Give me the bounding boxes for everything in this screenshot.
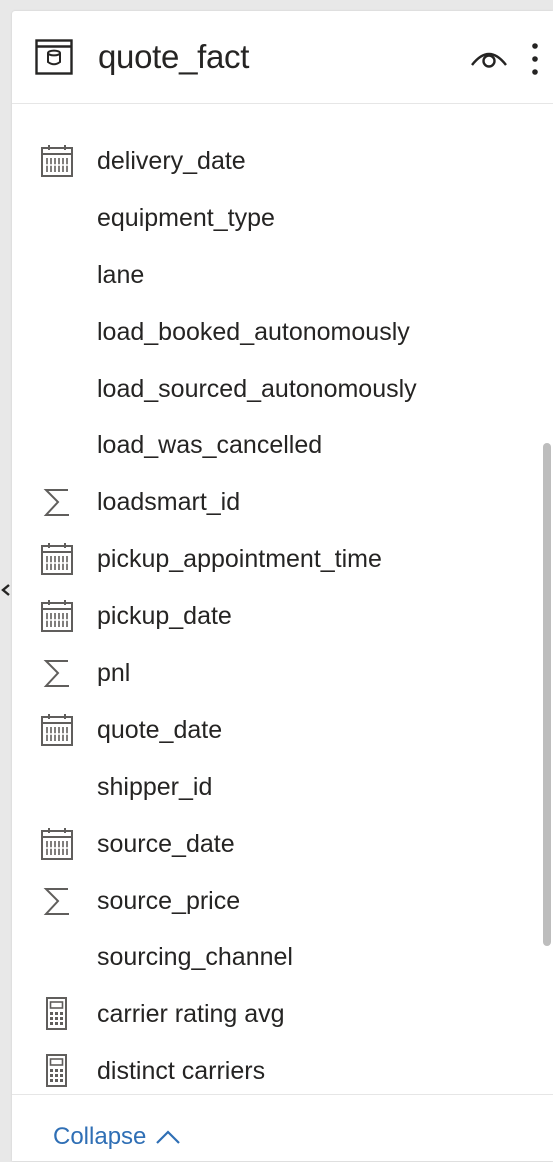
sigma-icon: [39, 883, 75, 919]
card-header: quote_fact: [12, 11, 553, 104]
calendar-icon: [39, 143, 75, 179]
field-item[interactable]: pickup_date: [12, 586, 532, 643]
table-icon: [35, 38, 73, 76]
field-item[interactable]: pickup_appointment_time: [12, 529, 532, 586]
field-item[interactable]: loadsmart_id: [12, 472, 532, 529]
field-label: distinct carriers: [97, 1057, 266, 1086]
field-item[interactable]: load_was_cancelled: [12, 415, 532, 472]
field-item[interactable]: shipper_id: [12, 757, 532, 814]
calculator-icon: [39, 1053, 75, 1089]
field-item[interactable]: carrier rating avg: [12, 984, 532, 1041]
more-options-icon[interactable]: [528, 40, 542, 78]
field-label: load_sourced_autonomously: [97, 374, 417, 403]
field-label: pnl: [97, 659, 131, 688]
scrollbar-thumb[interactable]: [543, 443, 551, 946]
field-label: load_booked_autonomously: [97, 317, 410, 346]
chevron-left-icon[interactable]: [0, 580, 12, 600]
field-label: pickup_date: [97, 602, 232, 631]
calendar-icon: [39, 598, 75, 634]
field-label: equipment_type: [97, 203, 275, 232]
field-label: sourcing_channel: [97, 943, 293, 972]
sigma-icon: [39, 655, 75, 691]
table-title: quote_fact: [98, 38, 250, 75]
field-item[interactable]: load_booked_autonomously: [12, 302, 532, 359]
field-label: shipper_id: [97, 772, 213, 801]
eye-icon[interactable]: [469, 45, 509, 71]
calendar-icon: [39, 541, 75, 577]
field-label: quote_date: [97, 715, 223, 744]
field-label: source_date: [97, 829, 235, 858]
field-item[interactable]: lane: [12, 245, 532, 302]
calculator-icon: [39, 996, 75, 1032]
field-item[interactable]: source_price: [12, 871, 532, 928]
field-item[interactable]: distinct carriers: [12, 1041, 532, 1098]
field-label: lane: [97, 260, 145, 289]
chevron-up-icon: [154, 1127, 182, 1147]
sigma-icon: [39, 484, 75, 520]
collapse-button[interactable]: Collapse: [53, 1119, 182, 1155]
field-label: source_price: [97, 886, 241, 915]
field-item[interactable]: quote_date: [12, 700, 532, 757]
field-item[interactable]: pnl: [12, 643, 532, 700]
calendar-icon: [39, 826, 75, 862]
field-list-card: quote_fact delivery_date equipment_typela…: [12, 11, 553, 1161]
collapse-label: Collapse: [53, 1123, 147, 1150]
calendar-icon: [39, 712, 75, 748]
field-item[interactable]: load_sourced_autonomously: [12, 359, 532, 416]
field-item[interactable]: source_date: [12, 814, 532, 871]
field-item[interactable]: equipment_type: [12, 188, 532, 245]
field-label: delivery_date: [97, 147, 246, 175]
field-label: pickup_appointment_time: [97, 545, 382, 574]
field-label: loadsmart_id: [97, 488, 241, 517]
field-label: load_was_cancelled: [97, 431, 323, 460]
field-item[interactable]: delivery_date: [12, 131, 532, 188]
field-label: carrier rating avg: [97, 1000, 285, 1029]
field-item[interactable]: sourcing_channel: [12, 927, 532, 984]
card-footer: Collapse: [12, 1094, 553, 1162]
field-list: delivery_date equipment_typelane load_book…: [12, 131, 532, 1098]
